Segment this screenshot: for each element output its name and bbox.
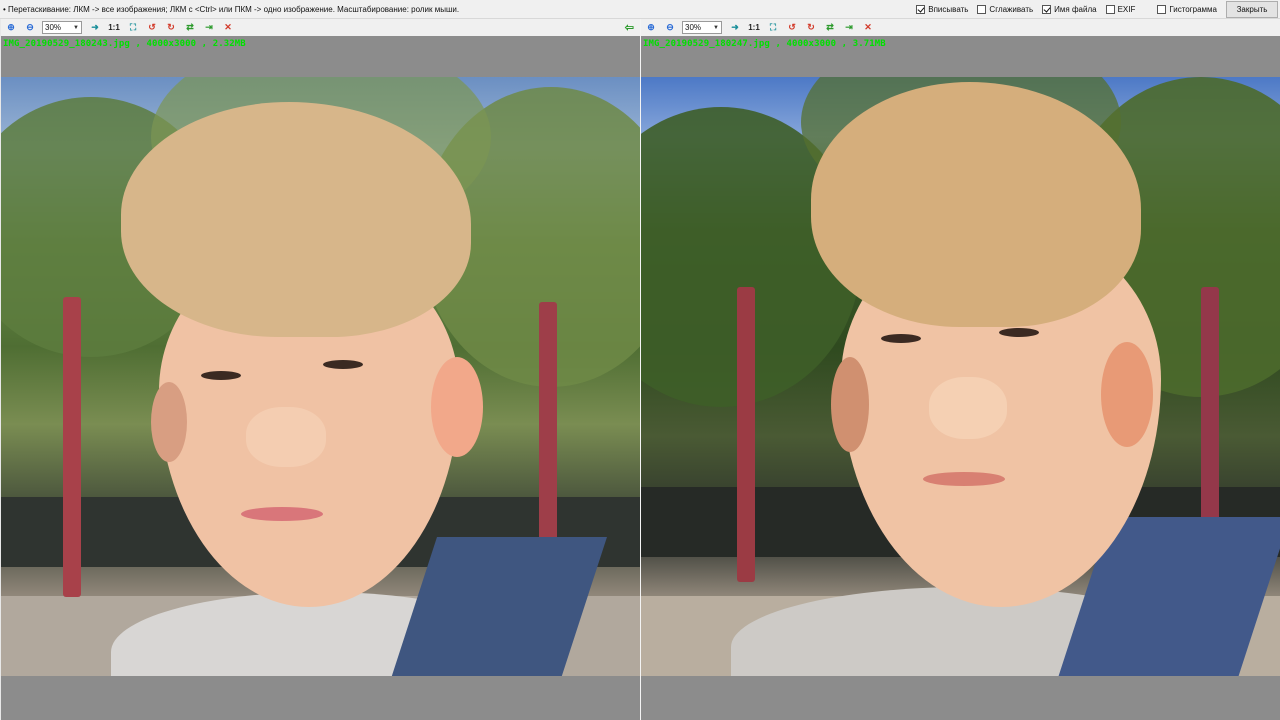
panel-toolbar: ⊕ ⊖ 30% ▼ ➜ 1:1 ⛶ ↺ ↻ ⇄ ⇥ ✕ ⇦	[1, 19, 640, 36]
smooth-label: Сглаживать	[989, 5, 1034, 14]
nose	[246, 407, 326, 467]
exif-label: EXIF	[1117, 5, 1136, 14]
option-fit[interactable]: Вписывать	[916, 5, 968, 14]
eye	[881, 334, 921, 343]
zoom-value: 30%	[685, 23, 702, 32]
zoom-select[interactable]: 30% ▼	[682, 21, 722, 34]
usage-hint: • Перетаскивание: ЛКМ -> все изображения…	[3, 5, 460, 14]
ear	[151, 382, 187, 462]
rotate-left-icon[interactable]: ↺	[785, 21, 799, 35]
zoom-out-icon[interactable]: ⊖	[663, 21, 677, 35]
photo[interactable]	[1, 77, 640, 676]
flip-icon[interactable]: ⇄	[823, 21, 837, 35]
zoom-select[interactable]: 30% ▼	[42, 21, 82, 34]
arrow-right-icon[interactable]: ➜	[728, 21, 742, 35]
ear	[431, 357, 483, 457]
zoom-in-icon[interactable]: ⊕	[4, 21, 18, 35]
save-icon[interactable]: ⇥	[202, 21, 216, 35]
zoom-in-icon[interactable]: ⊕	[644, 21, 658, 35]
photo[interactable]	[641, 77, 1280, 676]
fit-icon[interactable]: ⛶	[766, 21, 780, 35]
rotate-right-icon[interactable]: ↻	[804, 21, 818, 35]
eye	[323, 360, 363, 369]
zoom-out-icon[interactable]: ⊖	[23, 21, 37, 35]
dropdown-arrow-icon: ▼	[713, 24, 719, 31]
arrow-right-icon[interactable]: ➜	[88, 21, 102, 35]
smooth-checkbox[interactable]	[977, 5, 987, 14]
option-exif[interactable]: EXIF	[1105, 5, 1136, 14]
ear	[1101, 342, 1153, 447]
panel-toolbar: ⊕ ⊖ 30% ▼ ➜ 1:1 ⛶ ↺ ↻ ⇄ ⇥ ✕	[641, 19, 1280, 36]
filename-label: Имя файла	[1054, 5, 1097, 14]
file-info: IMG_20190529_180243.jpg , 4000x3000 , 2.…	[3, 39, 246, 49]
close-icon[interactable]: ✕	[861, 21, 875, 35]
option-histogram[interactable]: Гистограмма	[1157, 5, 1217, 14]
exif-checkbox[interactable]	[1105, 5, 1115, 14]
fit-checkbox[interactable]	[916, 5, 926, 14]
save-icon[interactable]: ⇥	[842, 21, 856, 35]
histogram-checkbox[interactable]	[1157, 5, 1167, 14]
options-bar: Вписывать Сглаживать Имя файла EXIF Гист…	[916, 0, 1280, 19]
file-info: IMG_20190529_180247.jpg , 4000x3000 , 3.…	[643, 39, 886, 49]
arrow-left-icon[interactable]: ⇦	[625, 21, 634, 34]
close-button[interactable]: Закрыть	[1226, 1, 1278, 18]
ear	[831, 357, 869, 452]
pole	[737, 287, 755, 582]
close-icon[interactable]: ✕	[221, 21, 235, 35]
actual-size-button[interactable]: 1:1	[107, 21, 121, 35]
dropdown-arrow-icon: ▼	[73, 24, 79, 31]
option-smooth[interactable]: Сглаживать	[977, 5, 1033, 14]
eye	[201, 371, 241, 380]
rotate-right-icon[interactable]: ↻	[164, 21, 178, 35]
image-panel-right[interactable]: ⊕ ⊖ 30% ▼ ➜ 1:1 ⛶ ↺ ↻ ⇄ ⇥ ✕ IMG_20190529…	[641, 19, 1280, 720]
top-bar: • Перетаскивание: ЛКМ -> все изображения…	[0, 0, 1280, 19]
pole	[63, 297, 81, 597]
eye	[999, 328, 1039, 337]
flip-icon[interactable]: ⇄	[183, 21, 197, 35]
zoom-value: 30%	[45, 23, 62, 32]
filename-checkbox[interactable]	[1042, 5, 1052, 14]
option-filename[interactable]: Имя файла	[1042, 5, 1097, 14]
mouth	[241, 507, 323, 521]
actual-size-button[interactable]: 1:1	[747, 21, 761, 35]
fit-icon[interactable]: ⛶	[126, 21, 140, 35]
image-panel-left[interactable]: ⊕ ⊖ 30% ▼ ➜ 1:1 ⛶ ↺ ↻ ⇄ ⇥ ✕ ⇦ IMG_201905…	[1, 19, 640, 720]
histogram-label: Гистограмма	[1169, 5, 1217, 14]
rotate-left-icon[interactable]: ↺	[145, 21, 159, 35]
nose	[929, 377, 1007, 439]
fit-label: Вписывать	[928, 5, 969, 14]
mouth	[923, 472, 1005, 486]
